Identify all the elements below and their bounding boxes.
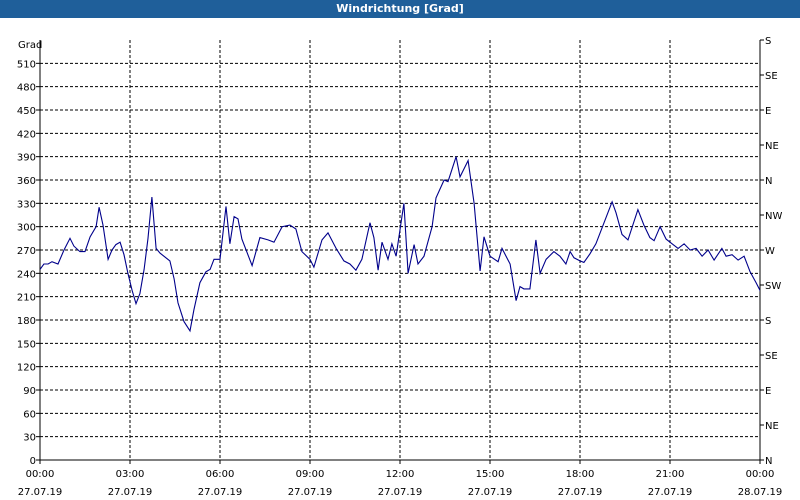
compass-label: N: [765, 176, 772, 187]
y-tick-label: 90: [23, 386, 36, 397]
grid-lines: [40, 40, 760, 460]
x-tick-date: 27.07.19: [108, 487, 153, 498]
compass-label: NW: [765, 211, 782, 222]
y-tick-label: 300: [17, 223, 36, 234]
compass-label: S: [765, 316, 771, 327]
x-tick-date: 27.07.19: [648, 487, 693, 498]
x-tick-time: 09:00: [296, 469, 325, 480]
x-tick-time: 00:00: [26, 469, 55, 480]
x-tick-time: 03:00: [116, 469, 145, 480]
x-axis: 00:00 27.07.19 03:00 27.07.19 06:00 27.07.19 0…: [18, 460, 783, 498]
y-tick-label: 210: [17, 293, 36, 304]
wind-direction-chart: 0 30 60 90 120 150 180 210 240 270 300 330 360 390 420…: [17, 36, 783, 498]
x-tick-time: 18:00: [566, 469, 595, 480]
compass-label: S: [765, 36, 771, 47]
y-tick-label: 420: [17, 129, 36, 140]
wind-direction-line: [40, 156, 760, 333]
x-tick-time: 15:00: [476, 469, 505, 480]
x-tick-time: 21:00: [656, 469, 685, 480]
x-tick-time: 06:00: [206, 469, 235, 480]
compass-label: SE: [765, 351, 778, 362]
y-tick-label: 390: [17, 153, 36, 164]
x-tick-date: 27.07.19: [288, 487, 333, 498]
x-tick-time: 00:00: [746, 469, 775, 480]
y-tick-label: 450: [17, 106, 36, 117]
y-tick-label: 270: [17, 246, 36, 257]
x-tick-date: 27.07.19: [18, 487, 63, 498]
compass-label: SW: [765, 281, 781, 292]
y-tick-label: 480: [17, 83, 36, 94]
y-tick-label: 60: [23, 409, 36, 420]
y-tick-label: 0: [30, 456, 36, 467]
compass-label: NE: [765, 421, 779, 432]
y-axis-title: Grad: [18, 40, 42, 51]
y-tick-label: 30: [23, 433, 36, 444]
x-tick-date: 27.07.19: [198, 487, 243, 498]
y-tick-label: 330: [17, 199, 36, 210]
x-tick-date: 27.07.19: [558, 487, 603, 498]
compass-label: N: [765, 456, 772, 467]
compass-label: SE: [765, 71, 778, 82]
y-tick-label: 180: [17, 316, 36, 327]
x-tick-date: 28.07.19: [738, 487, 783, 498]
y-tick-label: 240: [17, 269, 36, 280]
x-tick-date: 27.07.19: [378, 487, 423, 498]
compass-label: E: [765, 386, 771, 397]
compass-label: E: [765, 106, 771, 117]
x-tick-time: 12:00: [386, 469, 415, 480]
y-tick-label: 120: [17, 363, 36, 374]
y-tick-label: 510: [17, 59, 36, 70]
x-tick-date: 27.07.19: [468, 487, 513, 498]
compass-label: NE: [765, 141, 779, 152]
compass-label: W: [765, 246, 775, 257]
series-layer: [40, 156, 760, 333]
y-tick-label: 150: [17, 339, 36, 350]
right-axis: N NE E SE S SW W NW N NE E SE S: [760, 36, 782, 467]
y-tick-label: 360: [17, 176, 36, 187]
left-axis: 0 30 60 90 120 150 180 210 240 270 300 330 360 390 420…: [17, 59, 40, 467]
